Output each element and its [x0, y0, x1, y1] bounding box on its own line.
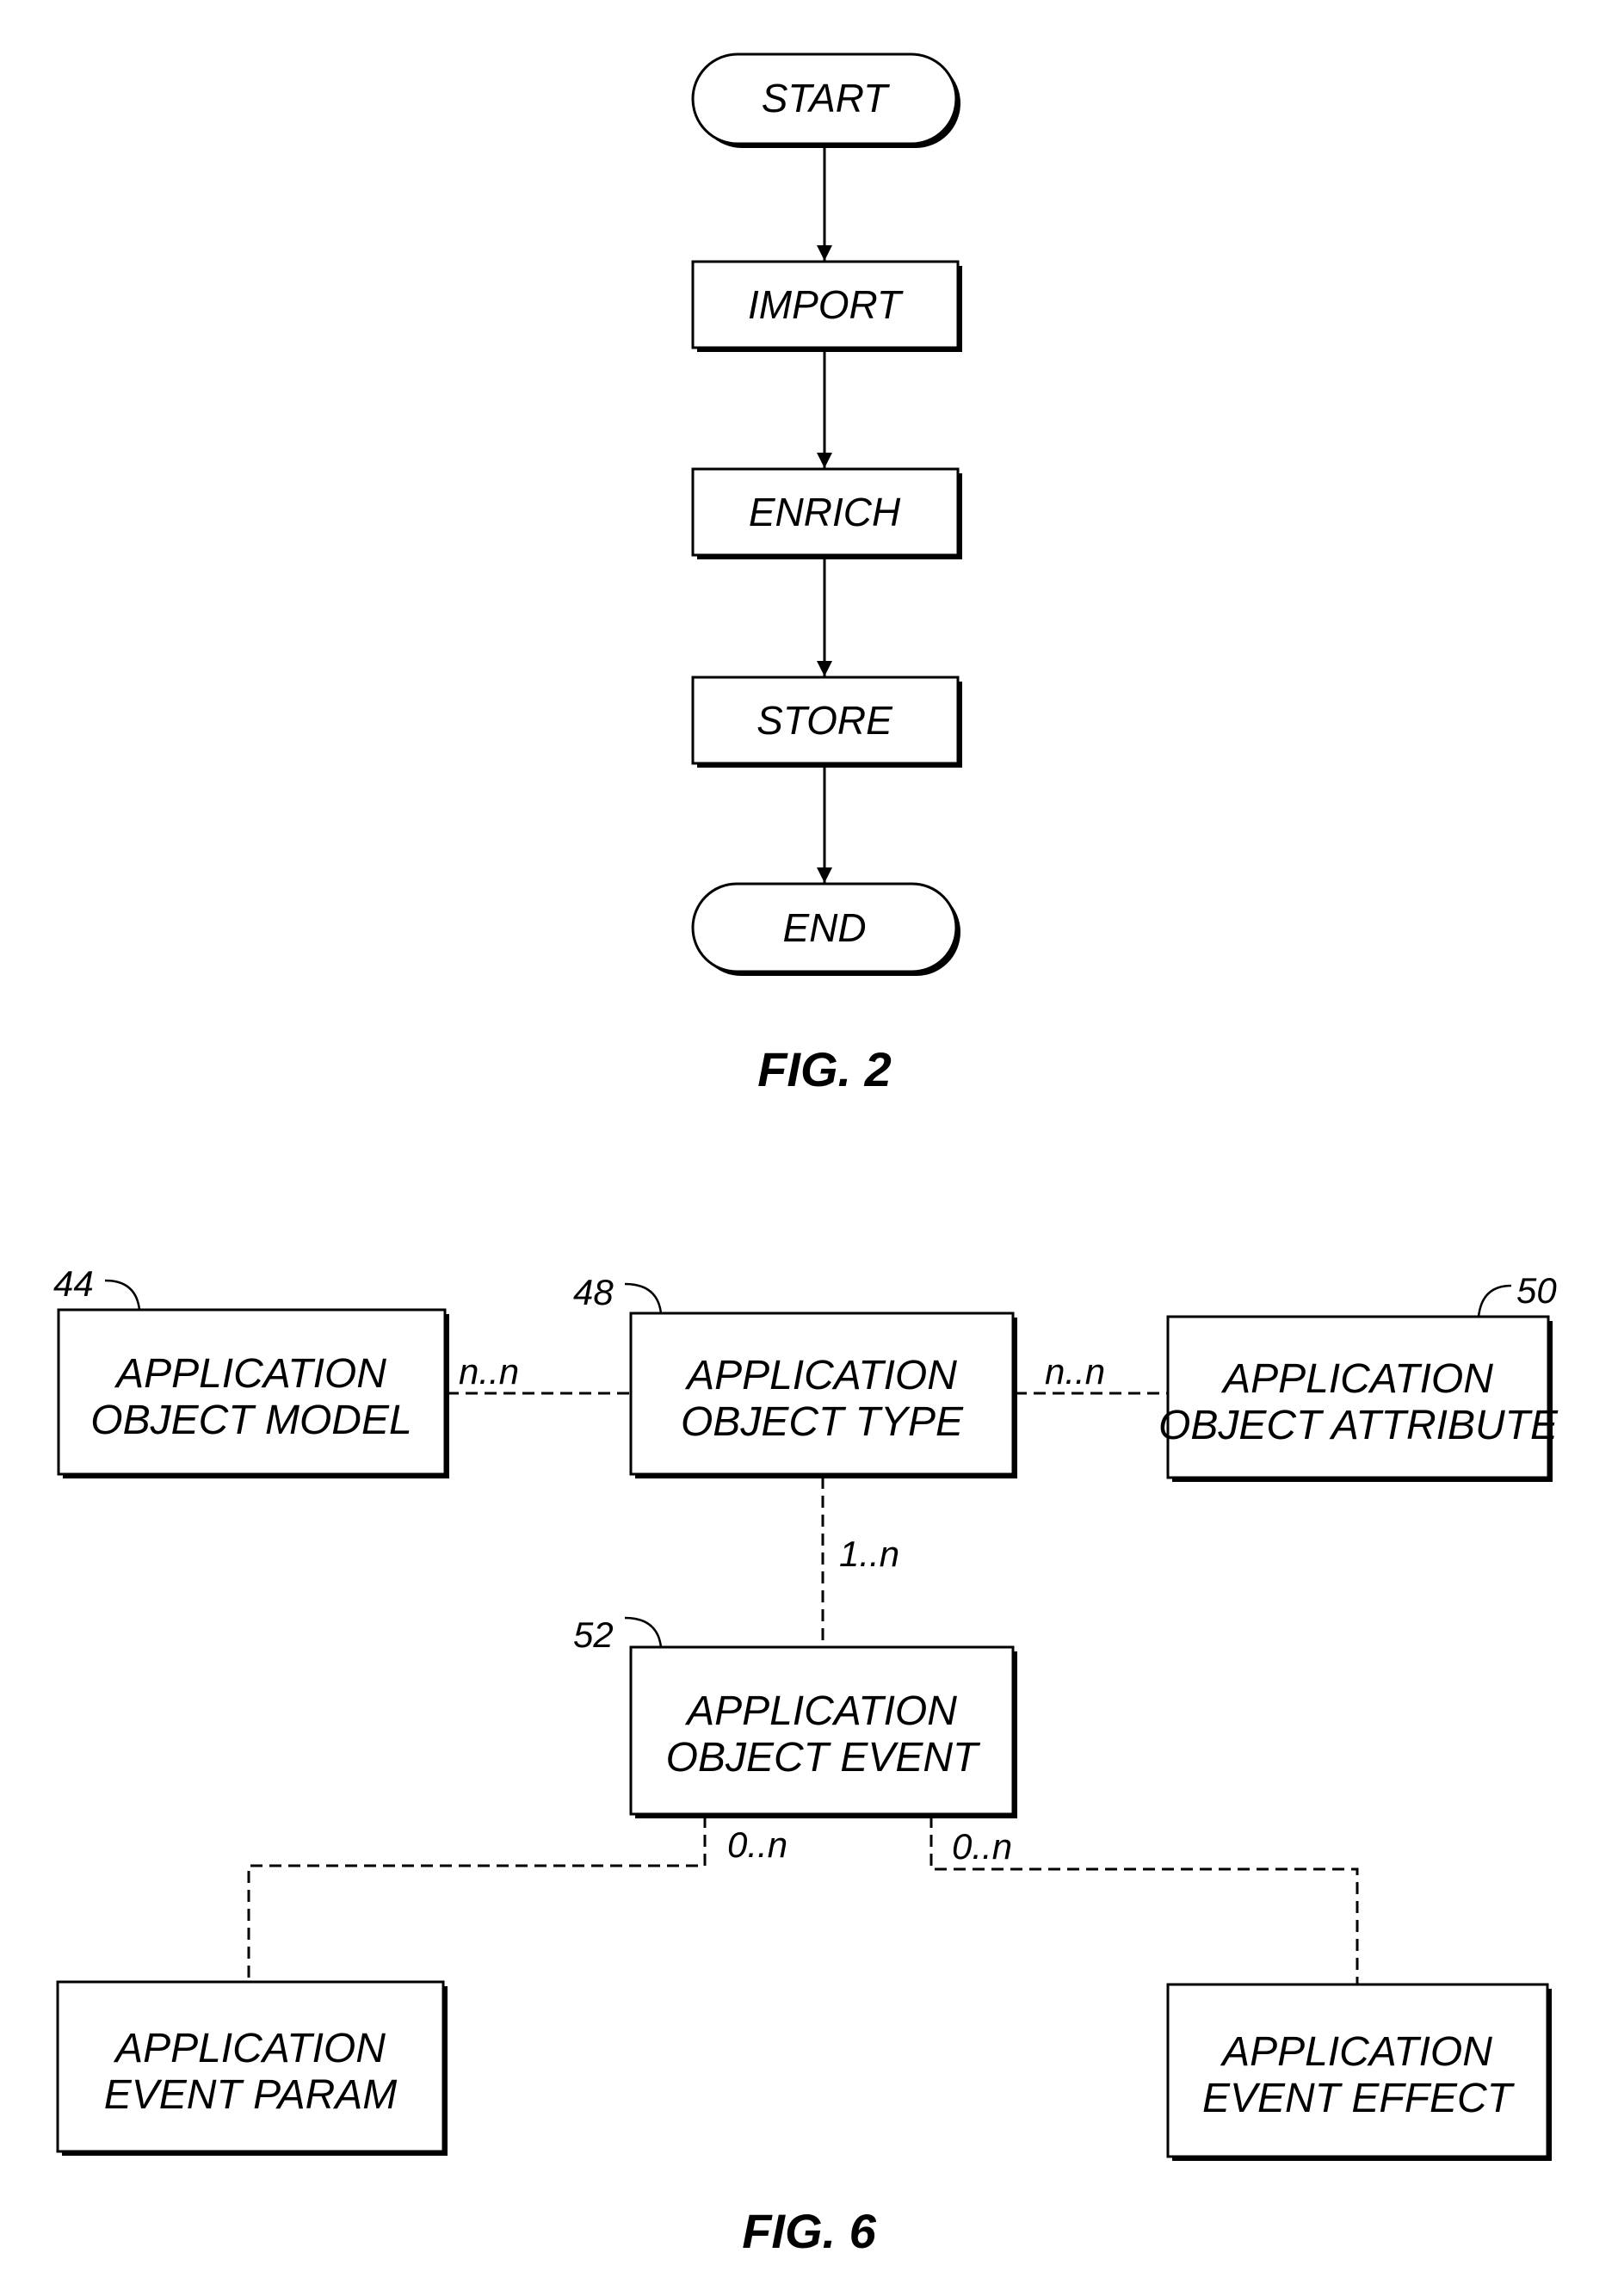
- entity-label-line: OBJECT EVENT: [666, 1735, 981, 1781]
- flow-node-label: ENRICH: [749, 490, 901, 534]
- flow-node-start: START: [691, 52, 960, 148]
- entity-label-line: APPLICATION: [684, 1688, 957, 1734]
- entity-label-line: EVENT EFFECT: [1202, 2076, 1516, 2121]
- patent-drawing-sheet: START IMPORT ENRICH STORE END FIG. 2 n..…: [53, 52, 1559, 2258]
- fig6-entity-diagram: n..n n..n 1..n 0..n 0..n 44 48 50 52 APP…: [53, 1263, 1559, 2258]
- entity-application-event-param: APPLICATION EVENT PARAM: [56, 1980, 448, 2156]
- entity-label-line: APPLICATION: [684, 1353, 957, 1398]
- entity-label-line: EVENT PARAM: [104, 2072, 398, 2118]
- entity-application-object-event: APPLICATION OBJECT EVENT: [629, 1645, 1017, 1818]
- ref-leader: [624, 1282, 663, 1314]
- entity-label-line: APPLICATION: [113, 2026, 386, 2071]
- flow-node-label: START: [762, 76, 890, 120]
- entity-application-object-attribute: APPLICATION OBJECT ATTRIBUTE: [1158, 1315, 1559, 1482]
- flow-node-import: IMPORT: [691, 260, 962, 352]
- entity-label-line: OBJECT ATTRIBUTE: [1158, 1403, 1559, 1448]
- entity-label-line: OBJECT MODEL: [90, 1398, 411, 1443]
- fig2-flowchart: START IMPORT ENRICH STORE END FIG. 2: [691, 52, 962, 1096]
- fig2-caption: FIG. 2: [757, 1042, 892, 1096]
- relation-event-param: [247, 1816, 707, 1982]
- ref-leader: [104, 1279, 141, 1311]
- flow-node-end: END: [691, 882, 960, 976]
- cardinality-label: n..n: [1045, 1351, 1105, 1392]
- entity-application-event-effect: APPLICATION EVENT EFFECT: [1166, 1983, 1552, 2161]
- ref-numeral: 50: [1516, 1270, 1557, 1311]
- entity-label-line: OBJECT TYPE: [681, 1399, 964, 1445]
- cardinality-label: 0..n: [727, 1824, 787, 1865]
- fig6-caption: FIG. 6: [742, 2204, 876, 2258]
- cardinality-label: 1..n: [839, 1534, 899, 1574]
- entity-label-line: APPLICATION: [1220, 2029, 1492, 2075]
- entity-application-object-type: APPLICATION OBJECT TYPE: [629, 1312, 1017, 1478]
- cardinality-label: 0..n: [952, 1826, 1012, 1867]
- entity-application-object-model: APPLICATION OBJECT MODEL: [57, 1308, 449, 1478]
- ref-numeral: 52: [573, 1614, 614, 1655]
- flow-node-label: IMPORT: [748, 282, 904, 327]
- flow-node-store: STORE: [691, 676, 962, 768]
- ref-leader: [1477, 1284, 1512, 1318]
- flow-node-label: END: [782, 905, 866, 950]
- ref-numeral: 48: [573, 1272, 614, 1312]
- entity-label-line: APPLICATION: [114, 1351, 386, 1397]
- flow-node-enrich: ENRICH: [691, 467, 962, 559]
- entity-label-line: APPLICATION: [1220, 1356, 1493, 1402]
- flow-node-label: STORE: [757, 698, 893, 743]
- ref-leader: [624, 1616, 663, 1648]
- ref-numeral: 44: [53, 1263, 94, 1304]
- cardinality-label: n..n: [459, 1351, 519, 1392]
